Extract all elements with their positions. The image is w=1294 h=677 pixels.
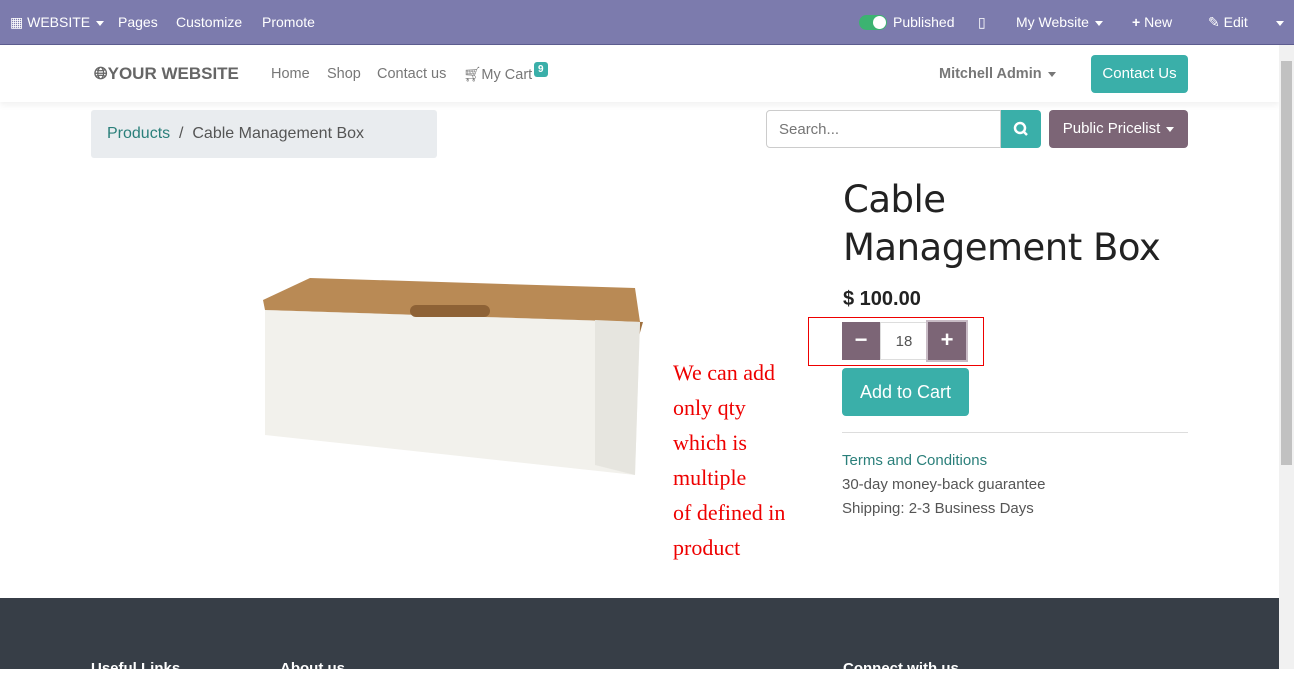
user-menu[interactable]: Mitchell Admin <box>939 66 1056 82</box>
nav-contact[interactable]: Contact us <box>377 66 446 82</box>
admin-topbar: ▦ WEBSITE Pages Customize Promote Publis… <box>0 0 1294 45</box>
pricelist-dropdown[interactable]: Public Pricelist <box>1049 110 1188 148</box>
divider <box>842 432 1188 433</box>
nav-home[interactable]: Home <box>271 66 310 82</box>
plus-icon: + <box>1132 14 1141 30</box>
search-input[interactable] <box>766 110 1001 148</box>
footer: Useful Links About us Connect with us <box>0 598 1279 677</box>
breadcrumb-current: Cable Management Box <box>192 125 365 142</box>
search-icon <box>1013 121 1028 136</box>
decrease-quantity-button[interactable]: − <box>842 322 880 360</box>
cart-count-badge: 9 <box>534 62 548 77</box>
annotation-note: We can add only qty which is multiple of def… <box>673 360 786 560</box>
guarantee-text: 30-day money-back guarantee <box>842 476 1046 493</box>
pages-menu[interactable]: Pages <box>118 14 158 30</box>
increase-quantity-button[interactable]: + <box>928 322 966 360</box>
published-label: Published <box>893 14 955 30</box>
website-menu[interactable]: ▦ WEBSITE <box>10 14 105 31</box>
terms-link[interactable]: Terms and Conditions <box>842 452 987 469</box>
contact-us-button[interactable]: Contact Us <box>1091 55 1188 93</box>
my-website-menu[interactable]: My Website <box>1016 14 1103 30</box>
site-logo[interactable]: 🌐︎YOUR WEBSITE <box>94 64 239 84</box>
add-to-cart-button[interactable]: Add to Cart <box>842 368 969 416</box>
more-dropdown[interactable] <box>1270 14 1284 30</box>
mobile-preview-icon[interactable]: ▯ <box>978 14 986 31</box>
product-price: $ 100.00 <box>843 288 921 310</box>
scrollbar[interactable] <box>1279 45 1294 669</box>
shipping-text: Shipping: 2-3 Business Days <box>842 500 1034 517</box>
globe-icon: 🌐︎ <box>94 64 108 83</box>
search-button[interactable] <box>1001 110 1041 148</box>
new-button[interactable]: + New <box>1132 14 1172 30</box>
apps-icon: ▦ <box>10 14 24 30</box>
pencil-icon: ✎ <box>1208 14 1220 30</box>
breadcrumb-products[interactable]: Products <box>107 125 170 142</box>
product-title: Cable Management Box <box>843 178 1161 269</box>
nav-shop[interactable]: Shop <box>327 66 361 82</box>
edit-button[interactable]: ✎ Edit <box>1208 14 1248 31</box>
cart-icon: 🛒︎ <box>463 67 482 83</box>
customize-menu[interactable]: Customize <box>176 14 242 30</box>
promote-menu[interactable]: Promote <box>262 14 315 30</box>
product-image <box>263 278 643 475</box>
scrollbar-thumb[interactable] <box>1281 61 1292 465</box>
nav-cart[interactable]: 🛒︎My Cart <box>463 66 532 83</box>
site-header: 🌐︎YOUR WEBSITE Home Shop Contact us 🛒︎My… <box>0 46 1279 102</box>
breadcrumb: Products / Cable Management Box <box>91 110 437 158</box>
quantity-input[interactable]: 18 <box>880 322 928 360</box>
published-toggle[interactable] <box>859 15 887 30</box>
